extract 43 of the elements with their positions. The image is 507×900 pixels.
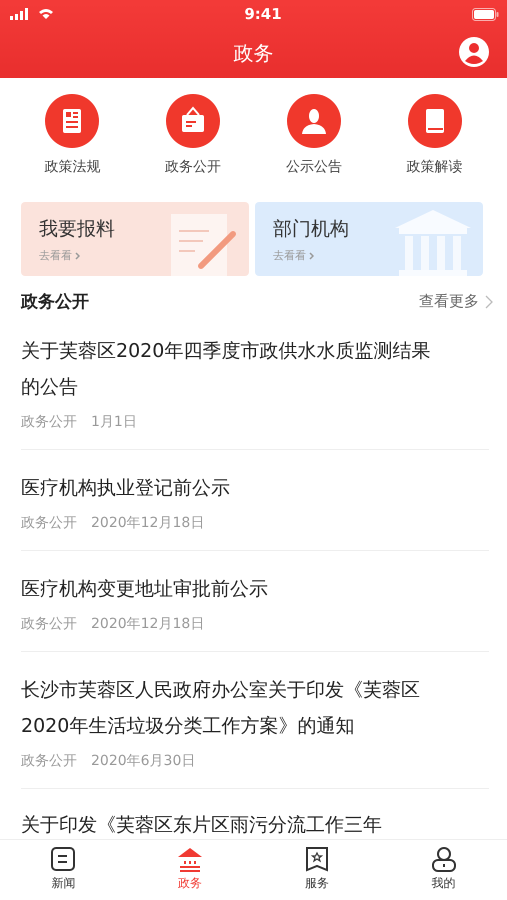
- article-title[interactable]: 关于印发《芙蓉区东片区雨污分流工作三年: [21, 807, 431, 839]
- shortcut-button[interactable]: 政策法规: [27, 94, 118, 176]
- article-title[interactable]: 医疗机构变更地址审批前公示: [21, 571, 431, 607]
- article-date: 2020年12月18日: [91, 615, 204, 633]
- section-title: 政务公开: [21, 291, 89, 313]
- document-icon: [45, 94, 100, 148]
- more-link[interactable]: 查看更多: [419, 292, 493, 311]
- page-title: 政务: [234, 40, 274, 66]
- user-icon: [430, 846, 457, 872]
- card-link: 去看看: [39, 248, 72, 263]
- article-category: 政务公开: [21, 615, 77, 633]
- chevron-right-icon: [309, 252, 314, 260]
- profile-icon[interactable]: [459, 37, 489, 67]
- shortcut-button[interactable]: 政务公开: [148, 94, 238, 176]
- article-title[interactable]: 关于芙蓉区2020年四季度市政供水水质监测结果的公告: [21, 333, 431, 405]
- article-category: 政务公开: [21, 752, 77, 770]
- status-time: 9:41: [243, 5, 283, 23]
- building-icon: [177, 846, 204, 872]
- tab[interactable]: 新闻: [0, 840, 127, 900]
- article-category: 政务公开: [21, 413, 77, 431]
- chevron-right-icon: [75, 252, 80, 260]
- sign-icon: [166, 94, 220, 148]
- article-category: 政务公开: [21, 514, 77, 532]
- tab[interactable]: 政务: [126, 840, 254, 900]
- shortcut-button[interactable]: 公示公告: [268, 94, 359, 176]
- book-icon: [408, 94, 462, 148]
- card-link: 去看看: [273, 248, 306, 263]
- entry-card[interactable]: 部门机构 去看看: [255, 202, 483, 276]
- article-date: 2020年12月18日: [91, 514, 204, 532]
- battery-icon: [472, 8, 499, 20]
- article-date: 1月1日: [91, 413, 137, 431]
- person-icon: [286, 94, 341, 148]
- article-date: 2020年6月30日: [91, 752, 196, 770]
- shortcut-button[interactable]: 政策解读: [390, 94, 480, 176]
- article-title[interactable]: 长沙市芙蓉区人民政府办公室关于印发《芙蓉区2020年生活垃圾分类工作方案》的通知: [21, 672, 431, 744]
- tab[interactable]: 服务: [254, 840, 380, 900]
- wifi-icon: [38, 8, 54, 20]
- bookmark-icon: [304, 846, 330, 872]
- tab[interactable]: 我的: [380, 840, 507, 900]
- article-title[interactable]: 医疗机构执业登记前公示: [21, 470, 431, 506]
- entry-card[interactable]: 我要报料 去看看: [21, 202, 249, 276]
- chevron-right-icon: [485, 294, 493, 308]
- news-icon: [50, 846, 76, 872]
